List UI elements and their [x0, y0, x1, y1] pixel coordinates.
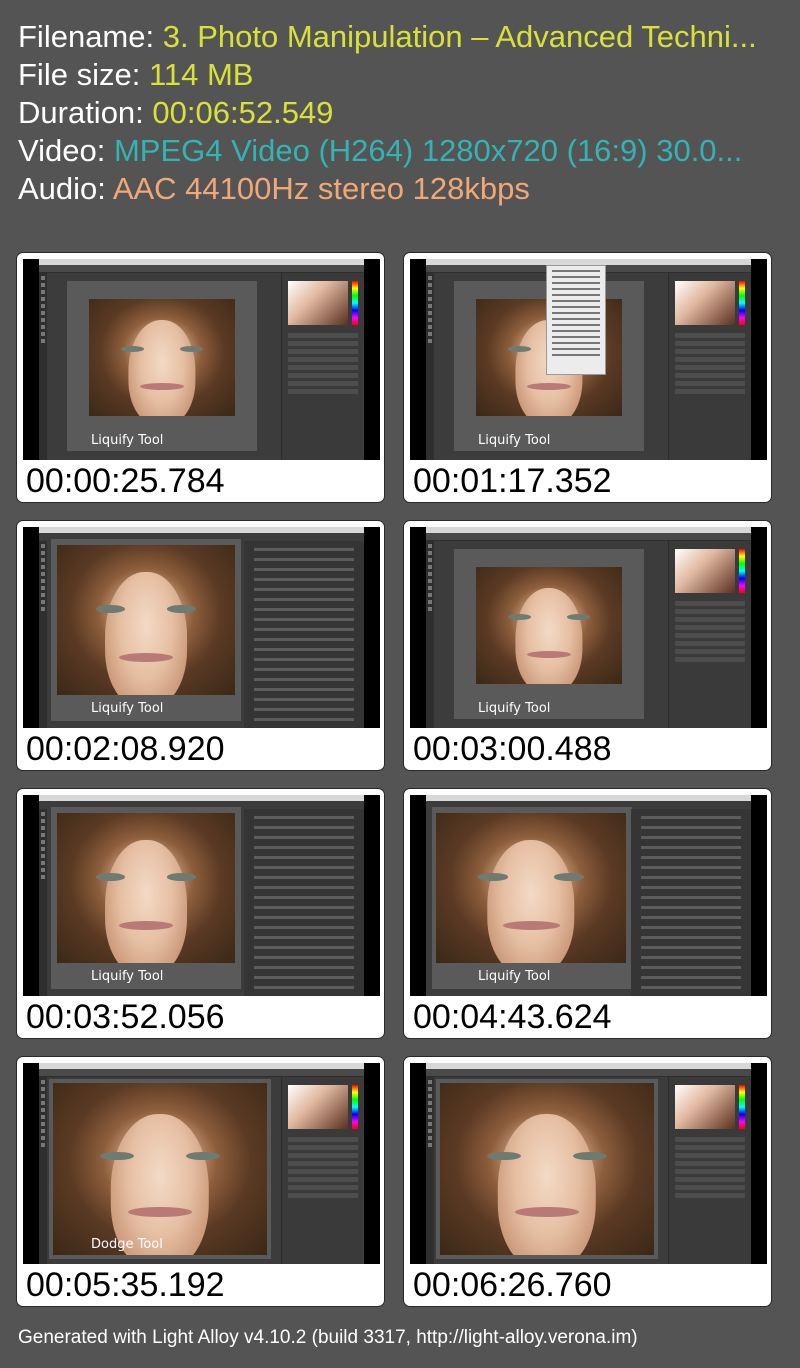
- document-canvas: [49, 1079, 271, 1259]
- tools-panel: [426, 273, 434, 460]
- thumbnail-caption: Liquify Tool: [478, 969, 551, 984]
- video-frame: Liquify Tool: [410, 527, 767, 728]
- portrait-photo: [440, 1083, 654, 1255]
- liquify-properties-panel: [244, 541, 364, 728]
- side-panels: [281, 1077, 364, 1264]
- video-frame: Liquify Tool: [23, 527, 380, 728]
- photoshop-screenshot: [426, 527, 751, 728]
- thumbnail-caption: Liquify Tool: [91, 701, 164, 716]
- document-canvas: [67, 281, 257, 451]
- document-canvas: [454, 549, 644, 719]
- thumbnail-card[interactable]: Liquify Tool 00:04:43.624: [403, 788, 772, 1039]
- generator-footer: Generated with Light Alloy v4.10.2 (buil…: [18, 1327, 638, 1348]
- portrait-photo: [57, 813, 235, 963]
- thumbnail-card[interactable]: Liquify Tool 00:03:00.488: [403, 520, 772, 771]
- video-frame: Liquify Tool: [23, 795, 380, 996]
- side-panels: [668, 541, 751, 728]
- file-info-header: Filename: 3. Photo Manipulation – Advanc…: [18, 18, 757, 208]
- audio-line: Audio: AAC 44100Hz stereo 128kbps: [18, 170, 757, 208]
- liquify-dialog-screenshot: [39, 795, 364, 996]
- filter-menu-dropdown: [546, 265, 606, 375]
- tools-panel: [426, 1077, 434, 1264]
- thumbnail-timecode: 00:05:35.192: [26, 1266, 225, 1304]
- thumbnail-card[interactable]: Liquify Tool 00:03:52.056: [16, 788, 385, 1039]
- duration-value: 00:06:52.549: [152, 95, 334, 130]
- liquify-properties-panel: [631, 809, 751, 996]
- audio-label: Audio:: [18, 171, 106, 206]
- side-panels: [668, 273, 751, 460]
- options-bar: [39, 1069, 364, 1077]
- menu-bar: [39, 527, 364, 533]
- filename-label: Filename:: [18, 19, 155, 54]
- liquify-tools: [39, 809, 47, 996]
- video-frame: [410, 1063, 767, 1264]
- liquify-tools: [39, 541, 47, 728]
- photoshop-screenshot: [39, 259, 364, 460]
- video-line: Video: MPEG4 Video (H264) 1280x720 (16:9…: [18, 132, 757, 170]
- thumbnail-timecode: 00:00:25.784: [26, 462, 225, 500]
- video-value: MPEG4 Video (H264) 1280x720 (16:9) 30.0.…: [113, 133, 743, 168]
- portrait-photo: [476, 567, 622, 684]
- options-bar: [426, 533, 751, 541]
- filesize-line: File size: 114 MB: [18, 56, 757, 94]
- photoshop-screenshot: [426, 259, 751, 460]
- thumbnail-caption: Liquify Tool: [478, 433, 551, 448]
- thumbnail-caption: Liquify Tool: [91, 969, 164, 984]
- video-frame: Liquify Tool: [410, 795, 767, 996]
- options-bar: [39, 265, 364, 273]
- duration-label: Duration:: [18, 95, 144, 130]
- filename-value: 3. Photo Manipulation – Advanced Techni.…: [162, 19, 757, 54]
- video-frame: Dodge Tool: [23, 1063, 380, 1264]
- tools-panel: [39, 273, 47, 460]
- thumbnail-timecode: 00:04:43.624: [413, 998, 612, 1036]
- menu-bar: [39, 795, 364, 801]
- thumbnail-caption: Dodge Tool: [91, 1237, 163, 1252]
- document-canvas: [51, 807, 241, 989]
- options-bar: [426, 1069, 751, 1077]
- document-canvas: [436, 1079, 658, 1259]
- document-canvas: [51, 539, 241, 721]
- filesize-label: File size:: [18, 57, 141, 92]
- portrait-photo: [53, 1083, 267, 1255]
- tools-panel: [39, 1077, 47, 1264]
- thumbnail-timecode: 00:02:08.920: [26, 730, 225, 768]
- filename-line: Filename: 3. Photo Manipulation – Advanc…: [18, 18, 757, 56]
- thumbnail-timecode: 00:03:52.056: [26, 998, 225, 1036]
- thumbnail-card[interactable]: Liquify Tool 00:01:17.352: [403, 252, 772, 503]
- duration-line: Duration: 00:06:52.549: [18, 94, 757, 132]
- liquify-properties-panel: [244, 809, 364, 996]
- portrait-photo: [57, 545, 235, 695]
- thumbnail-timecode: 00:06:26.760: [413, 1266, 612, 1304]
- filesize-value: 114 MB: [148, 57, 254, 92]
- thumbnail-timecode: 00:01:17.352: [413, 462, 612, 500]
- side-panels: [281, 273, 364, 460]
- portrait-photo: [436, 813, 626, 963]
- video-frame: Liquify Tool: [23, 259, 380, 460]
- menu-bar: [426, 795, 751, 801]
- portrait-photo: [89, 299, 235, 416]
- photoshop-screenshot: [39, 1063, 364, 1264]
- video-label: Video:: [18, 133, 106, 168]
- video-frame: Liquify Tool: [410, 259, 767, 460]
- thumbnail-card[interactable]: 00:06:26.760: [403, 1056, 772, 1307]
- thumbnail-card[interactable]: Liquify Tool 00:00:25.784: [16, 252, 385, 503]
- thumbnail-card[interactable]: Dodge Tool 00:05:35.192: [16, 1056, 385, 1307]
- tools-panel: [426, 541, 434, 728]
- photoshop-screenshot: [426, 1063, 751, 1264]
- thumbnail-card[interactable]: Liquify Tool 00:02:08.920: [16, 520, 385, 771]
- liquify-dialog-screenshot: [39, 527, 364, 728]
- liquify-dialog-screenshot: [426, 795, 751, 996]
- side-panels: [668, 1077, 751, 1264]
- audio-value: AAC 44100Hz stereo 128kbps: [112, 171, 530, 206]
- thumbnail-timecode: 00:03:00.488: [413, 730, 612, 768]
- document-canvas: [432, 807, 632, 989]
- thumbnail-caption: Liquify Tool: [478, 701, 551, 716]
- thumbnail-caption: Liquify Tool: [91, 433, 164, 448]
